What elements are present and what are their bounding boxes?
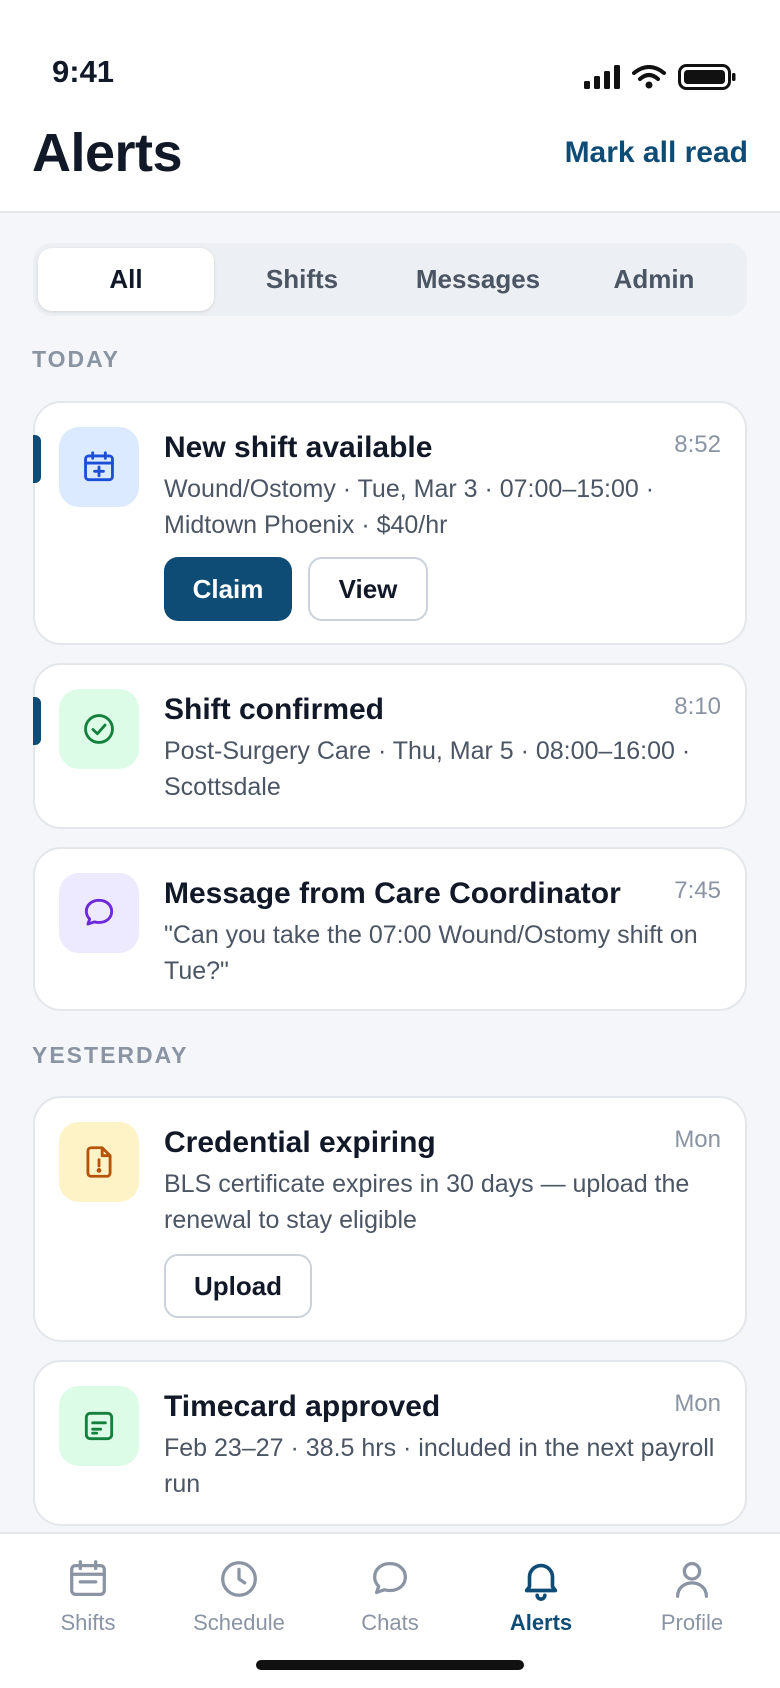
alert-body: Wound/Ostomy · Tue, Mar 3 · 07:00–15:00 … (164, 475, 655, 539)
alert-time: 8:10 (674, 693, 721, 720)
header: 9:41 Alerts Mark all read (0, 0, 780, 213)
unread-indicator (33, 435, 41, 483)
section-label-today: TODAY (32, 346, 120, 372)
alert-title: Timecard approved (164, 1390, 441, 1423)
page-title: Alerts (32, 123, 183, 183)
mark-all-read-button[interactable]: Mark all read (565, 136, 748, 170)
signal-icon (584, 65, 620, 89)
battery-icon (678, 64, 736, 90)
alert-title: New shift available (164, 431, 433, 464)
unread-indicator (33, 697, 41, 745)
status-time: 9:41 (52, 54, 115, 89)
alert-time: 8:52 (674, 431, 721, 458)
alert-card-timecard[interactable]: Timecard approved Mon Feb 23–27 · 38.5 h… (33, 1360, 747, 1526)
alert-body: "Can you take the 07:00 Wound/Ostomy shi… (164, 921, 698, 985)
chat-icon (373, 1562, 407, 1595)
chat-bubble-icon (59, 873, 139, 953)
tab-label: Alerts (509, 1610, 573, 1635)
calendar-icon (70, 1560, 106, 1596)
status-icons (584, 64, 736, 90)
alert-title: Shift confirmed (164, 693, 385, 726)
tab-label: Chats (361, 1610, 419, 1635)
filter-tab-messages[interactable]: Messages (390, 248, 566, 311)
tab-chats[interactable]: Chats (312, 1556, 468, 1656)
section-label-yesterday: YESTERDAY (32, 1042, 189, 1068)
alert-title: Message from Care Coordinator (164, 877, 621, 910)
wifi-icon (632, 65, 666, 89)
alert-card-credential[interactable]: Credential expiring Mon BLS certificate … (33, 1096, 747, 1342)
alert-body: Post-Surgery Care · Thu, Mar 5 · 08:00–1… (164, 737, 691, 801)
tab-profile[interactable]: Profile (614, 1556, 770, 1656)
bell-icon (524, 1563, 558, 1601)
tab-label: Shifts (60, 1610, 116, 1635)
tab-label: Schedule (193, 1610, 285, 1635)
alert-time: Mon (674, 1126, 721, 1153)
filter-tab-all[interactable]: All (38, 248, 214, 311)
alert-time: 7:45 (674, 877, 721, 904)
view-button[interactable]: View (308, 557, 428, 621)
alert-time: Mon (674, 1390, 721, 1417)
alert-body: BLS certificate expires in 30 days — upl… (164, 1170, 690, 1234)
tab-shifts[interactable]: Shifts (10, 1556, 166, 1656)
timecard-icon (59, 1386, 139, 1466)
alert-body: Feb 23–27 · 38.5 hrs · included in the n… (164, 1434, 715, 1498)
document-alert-icon (59, 1122, 139, 1202)
check-circle-icon (59, 689, 139, 769)
filter-tab-admin[interactable]: Admin (566, 248, 742, 311)
alert-card-new-shift[interactable]: New shift available 8:52 Wound/Ostomy · … (33, 401, 747, 645)
tab-label: Profile (660, 1610, 724, 1635)
filter-tab-shifts[interactable]: Shifts (214, 248, 390, 311)
tab-schedule[interactable]: Schedule (161, 1556, 317, 1656)
alert-card-shift-confirmed[interactable]: Shift confirmed 8:10 Post-Surgery Care ·… (33, 663, 747, 829)
upload-button[interactable]: Upload (164, 1254, 312, 1318)
filter-tabs: All Shifts Messages Admin (33, 243, 747, 316)
calendar-plus-icon (59, 427, 139, 507)
clock-icon (221, 1561, 257, 1597)
alert-card-message[interactable]: Message from Care Coordinator 7:45 "Can … (33, 847, 747, 1011)
alert-title: Credential expiring (164, 1126, 436, 1159)
tab-alerts[interactable]: Alerts (463, 1556, 619, 1656)
person-icon (675, 1562, 709, 1598)
home-indicator (256, 1660, 524, 1670)
claim-button[interactable]: Claim (164, 557, 292, 621)
